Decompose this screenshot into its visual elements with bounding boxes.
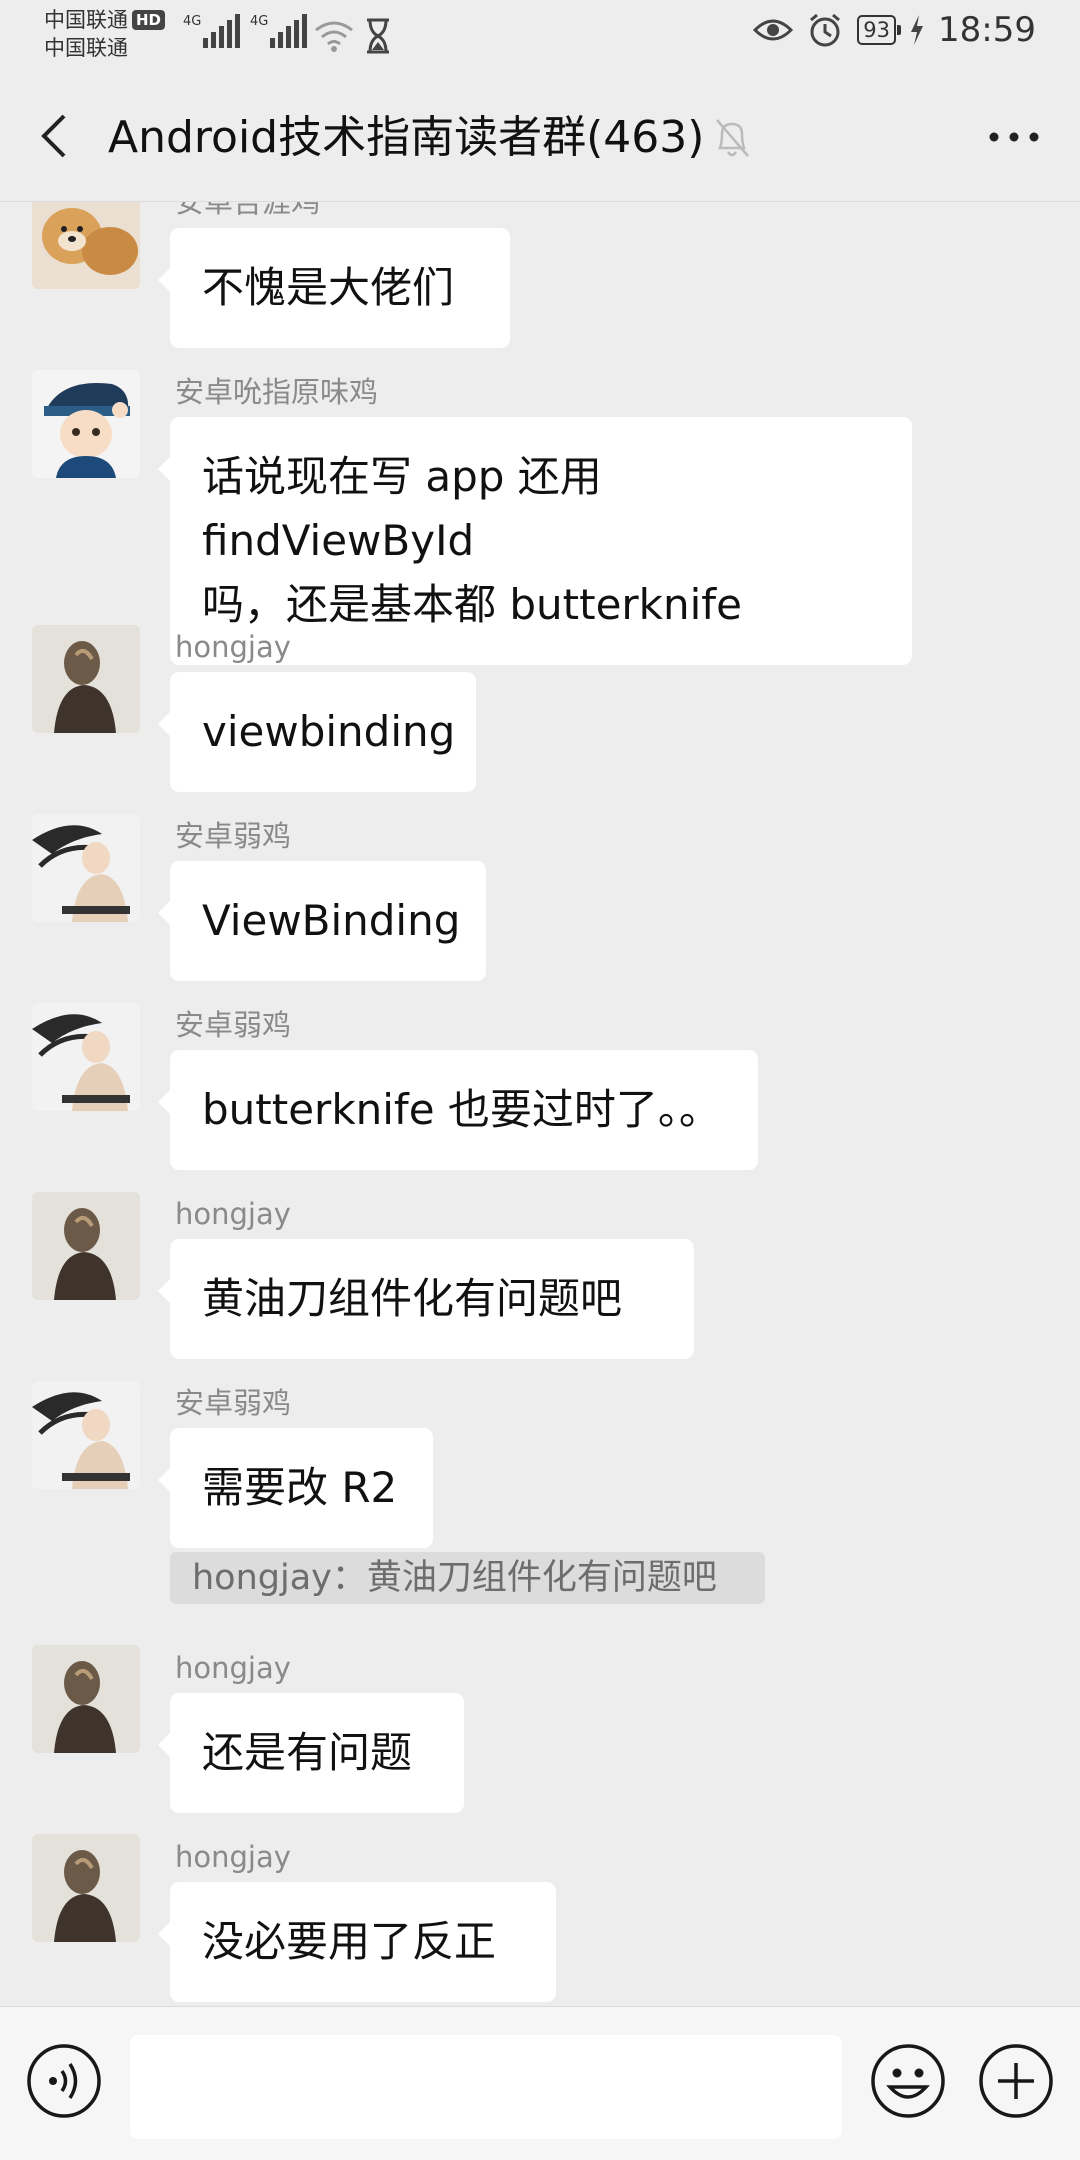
input-bar [0,2006,1080,2160]
back-arrow-icon[interactable] [30,108,80,164]
sender-name: 安卓吮指原味鸡 [175,375,379,409]
silhouette-avatar[interactable] [32,625,140,733]
message-bubble[interactable]: butterknife 也要过时了。。 [158,1050,758,1170]
alarm-icon [810,13,841,47]
sender-name: hongjay [175,1651,291,1685]
message-bubble[interactable]: 没必要用了反正 [158,1882,556,2002]
sender-name: hongjay [175,1197,291,1231]
message-bubble[interactable]: ViewBinding [158,861,486,981]
network-type-1: 4G [183,14,202,29]
anime-avatar[interactable] [32,1003,140,1111]
more-options-icon[interactable] [984,122,1044,152]
status-right: 93 18:59 [753,10,1036,50]
emoji-icon[interactable] [870,2043,946,2119]
message-text: 不愧是大佬们 [202,263,455,312]
mute-bell-icon [716,119,749,157]
eye-icon [753,19,794,41]
battery-level: 93 [857,15,901,45]
message-bubble[interactable]: 不愧是大佬们 [158,228,510,348]
signal-1: 4G [183,14,241,48]
message-text: 黄油刀组件化有问题吧 [202,1274,623,1323]
hourglass-icon [367,18,389,54]
sender-name: 安卓弱鸡 [175,1386,292,1420]
message-text: 还是有问题 [202,1728,413,1777]
message-bubble[interactable]: viewbinding [158,672,476,792]
message-text: butterknife 也要过时了。。 [202,1085,721,1134]
message-text: viewbinding [202,707,456,756]
message-bubble[interactable]: 黄油刀组件化有问题吧 [158,1239,694,1359]
anime-avatar[interactable] [32,814,140,922]
sender-name: hongjay [175,1840,291,1874]
clock: 18:59 [938,10,1036,50]
chat-header: Android技术指南读者群(463) [0,70,1080,202]
carrier-name-2: 中国联通 [44,36,128,60]
silhouette-avatar[interactable] [32,1192,140,1300]
plus-icon[interactable] [978,2043,1054,2119]
silhouette-avatar[interactable] [32,1834,140,1942]
network-type-2: 4G [250,14,269,29]
message-bubble[interactable]: 话说现在写 app 还用 findViewById 吗，还是基本都 butter… [158,417,912,665]
chat-title: Android技术指南读者群(463) [108,112,705,163]
carrier-info: 中国联通 HD 中国联通 [44,6,166,62]
message-bubble[interactable]: 还是有问题 [158,1693,464,1813]
sender-name: 安卓弱鸡 [175,1008,292,1042]
sender-name: hongjay [175,630,291,664]
silhouette-avatar[interactable] [32,1645,140,1753]
message-text-line-2: 吗，还是基本都 butterknife [202,580,742,629]
message-list[interactable]: 安卓吉涯鸡 不愧是大佬们 安卓吮指原味鸡 话说现在写 app 还用 findVi… [0,202,1080,2006]
message-text: 需要改 R2 [202,1463,398,1512]
message-input[interactable] [130,2035,842,2139]
charging-icon [911,15,924,45]
wifi-icon [315,21,353,52]
signal-bars-icon [270,14,308,48]
carrier-name-1: 中国联通 [44,8,128,32]
hd-badge: HD [132,10,166,30]
quoted-message[interactable]: hongjay：黄油刀组件化有问题吧 [170,1552,765,1604]
message-text-line-1: 话说现在写 app 还用 findViewById [202,452,602,565]
status-bar: 中国联通 HD 中国联通 4G 4G 93 18:59 [0,0,1080,70]
voice-icon[interactable] [26,2043,102,2119]
sender-name: 安卓弱鸡 [175,819,292,853]
signal-bars-icon [203,14,241,48]
message-text: 没必要用了反正 [202,1917,497,1966]
signal-2: 4G [250,14,308,48]
dog-avatar[interactable] [32,202,140,289]
message-bubble[interactable]: 需要改 R2 [158,1428,433,1548]
sender-name: 安卓吉涯鸡 [175,202,321,219]
cartoon-boy-avatar[interactable] [32,370,140,478]
message-text: ViewBinding [202,896,461,945]
anime-avatar[interactable] [32,1381,140,1489]
